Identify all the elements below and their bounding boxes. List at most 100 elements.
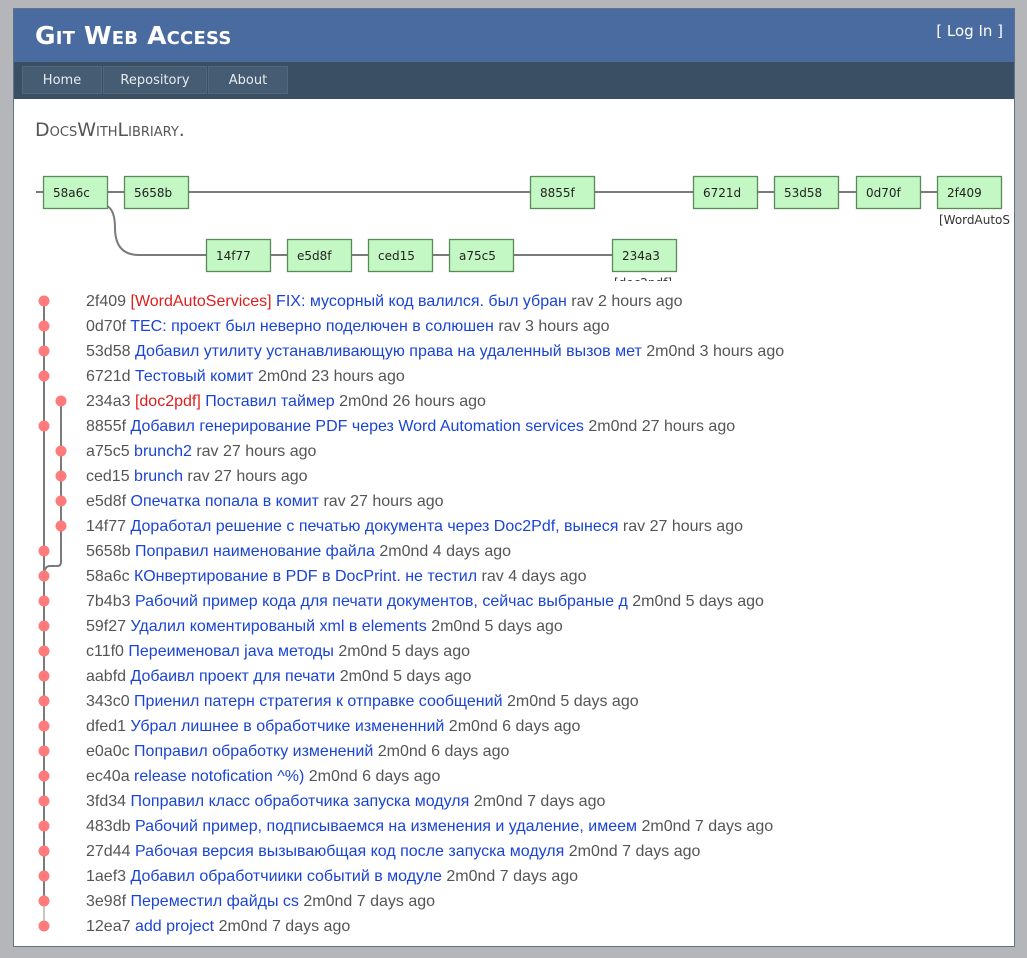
commit-dot xyxy=(38,295,50,307)
graph-node[interactable]: a75c5 xyxy=(448,238,515,273)
commit-hash: ec40a xyxy=(86,768,130,785)
commit-dot xyxy=(38,320,50,332)
commit-row: 343c0 Приенил патерн стратегия к отправк… xyxy=(86,689,639,714)
commit-author: 2m0nd xyxy=(338,643,388,660)
commit-message-link[interactable]: Поправил наименование файла xyxy=(135,543,375,560)
commit-hash: aabfd xyxy=(86,668,127,685)
commit-time: 6 days ago xyxy=(502,718,581,735)
commit-message-link[interactable]: Добаивл проект для печати xyxy=(131,668,336,685)
commit-message-link[interactable]: Переместил файды cs xyxy=(131,893,299,910)
commit-row: 0d70f TEC: проект был неверно поделючен … xyxy=(86,314,610,339)
commit-dot xyxy=(38,670,50,682)
commit-dot xyxy=(38,795,50,807)
repo-title: DocsWithLibriary. xyxy=(35,119,185,141)
commit-author: 2m0nd xyxy=(588,418,638,435)
graph-node[interactable]: 53d58 xyxy=(773,175,840,210)
commit-dot xyxy=(38,545,50,557)
commit-ref-badge: [doc2pdf] xyxy=(134,393,201,410)
commit-time: 7 days ago xyxy=(694,818,774,835)
commit-message-link[interactable]: Рабочий пример кода для печати документо… xyxy=(135,593,628,610)
commit-message-link[interactable]: add project xyxy=(135,918,214,935)
commit-dot xyxy=(38,420,50,432)
commit-message-link[interactable]: Приенил патерн стратегия к отправке сооб… xyxy=(134,693,502,710)
graph-node-tag: [WordAutoS xyxy=(939,213,1010,227)
commit-dot xyxy=(38,645,50,657)
graph-node-label: 5658b xyxy=(134,186,172,200)
commit-message-link[interactable]: Поставил таймер xyxy=(205,393,334,410)
commit-message-link[interactable]: Удалил коментированый xml в elements xyxy=(131,618,427,635)
graph-node[interactable]: 8855f xyxy=(529,175,596,210)
commit-message-link[interactable]: Добавил обработчиики событий в модуле xyxy=(131,868,442,885)
commit-hash: 483db xyxy=(86,818,131,835)
commit-message-link[interactable]: Добавил генерирование PDF через Word Aut… xyxy=(131,418,584,435)
commit-row: 12ea7 add project 2m0nd 7 days ago xyxy=(86,914,350,939)
graph-node[interactable]: ced15 xyxy=(367,238,434,273)
commit-author: 2m0nd xyxy=(379,543,429,560)
commit-dot xyxy=(38,620,50,632)
site-title[interactable]: Git Web Access xyxy=(35,21,231,50)
login-link[interactable]: [ Log In ] xyxy=(936,22,1003,40)
commit-message-link[interactable]: Тестовый комит xyxy=(135,368,254,385)
commit-hash: 14f77 xyxy=(86,518,127,535)
commit-row: 14f77 Доработал решение с печатью докуме… xyxy=(86,514,743,539)
commit-message-link[interactable]: Убрал лишнее в обработчике измененний xyxy=(131,718,445,735)
commit-hash: 6721d xyxy=(86,368,131,385)
commit-message-link[interactable]: Поправил обработку изменений xyxy=(134,743,373,760)
commit-message-link[interactable]: Добавил утилиту устанавливающую права на… xyxy=(135,343,642,360)
commit-hash: 1aef3 xyxy=(86,868,127,885)
commit-row: ec40a release notofication ^%) 2m0nd 6 d… xyxy=(86,764,440,789)
commit-row: a75c5 brunch2 rav 27 hours ago xyxy=(86,439,316,464)
graph-node[interactable]: 14f77 xyxy=(205,238,272,273)
commit-author: 2m0nd xyxy=(303,893,353,910)
commit-hash: 343c0 xyxy=(86,693,130,710)
graph-node[interactable]: 234a3 [doc2pdf] xyxy=(611,238,678,282)
commit-message-link[interactable]: Рабочий пример, подписываемся на изменен… xyxy=(135,818,637,835)
commit-message-link[interactable]: brunch2 xyxy=(134,443,192,460)
commit-dot xyxy=(38,370,50,382)
commit-author: rav xyxy=(622,518,646,535)
commit-message-link[interactable]: Поправил класс обработчика запуска модул… xyxy=(131,793,470,810)
commit-hash: 27d44 xyxy=(86,843,131,860)
commit-row: 6721d Тестовый комит 2m0nd 23 hours ago xyxy=(86,364,405,389)
graph-node[interactable]: 5658b xyxy=(123,175,190,210)
graph-node[interactable]: 2f409 [WordAutoS xyxy=(936,175,1011,228)
commit-message-link[interactable]: brunch xyxy=(134,468,183,485)
commit-time: 27 hours ago xyxy=(641,418,736,435)
commit-hash: 5658b xyxy=(86,543,131,560)
commit-time: 23 hours ago xyxy=(311,368,405,385)
commit-time: 27 hours ago xyxy=(350,493,444,510)
commit-row: 1aef3 Добавил обработчиики событий в мод… xyxy=(86,864,578,889)
commit-message-link[interactable]: Доработал решение с печатью документа че… xyxy=(131,518,619,535)
graph-node[interactable]: 0d70f xyxy=(855,175,922,210)
commit-time: 7 days ago xyxy=(527,793,606,810)
main-nav: Home Repository About xyxy=(14,62,1014,99)
graph-node[interactable]: 6721d xyxy=(692,175,759,210)
commit-time: 26 hours ago xyxy=(392,393,486,410)
commit-message-link[interactable]: FIX: мусорный код валился. был убран xyxy=(276,293,567,310)
page-frame: Git Web Access [ Log In ] Home Repositor… xyxy=(13,8,1015,947)
commit-time: 2 hours ago xyxy=(597,293,683,310)
commit-message-link[interactable]: Опечатка попала в комит xyxy=(131,493,319,510)
commit-time: 6 days ago xyxy=(431,743,510,760)
graph-node[interactable]: e5d8f xyxy=(286,238,353,273)
commit-hash: 59f27 xyxy=(86,618,127,635)
commit-message-link[interactable]: Переименовал java методы xyxy=(128,643,333,660)
graph-node[interactable]: 58a6c xyxy=(42,175,109,210)
commit-message-link[interactable]: TEC: проект был неверно поделючен в солю… xyxy=(130,318,494,335)
nav-about[interactable]: About xyxy=(208,66,288,94)
commit-dot xyxy=(38,820,50,832)
graph-node-label: 0d70f xyxy=(866,186,902,200)
commit-author: rav xyxy=(498,318,521,335)
commit-author: rav xyxy=(481,568,504,585)
nav-home[interactable]: Home xyxy=(22,66,102,94)
commit-graph: 58a6c 5658b 8855f 6721d 53d58 0d70f 2f409 [Word… xyxy=(36,175,1011,282)
graph-node-label: 6721d xyxy=(703,186,741,200)
commit-dot xyxy=(38,695,50,707)
commit-time: 5 days ago xyxy=(560,693,639,710)
commit-message-link[interactable]: КОнвертирование в PDF в DocPrint. не тес… xyxy=(134,568,477,585)
commit-message-link[interactable]: release notofication ^%) xyxy=(134,768,304,785)
graph-node-label: 53d58 xyxy=(784,186,822,200)
nav-repository[interactable]: Repository xyxy=(103,66,207,94)
commit-row: 483db Рабочий пример, подписываемся на и… xyxy=(86,814,773,839)
commit-message-link[interactable]: Рабочая версия вызываюбщая код после зап… xyxy=(135,843,564,860)
